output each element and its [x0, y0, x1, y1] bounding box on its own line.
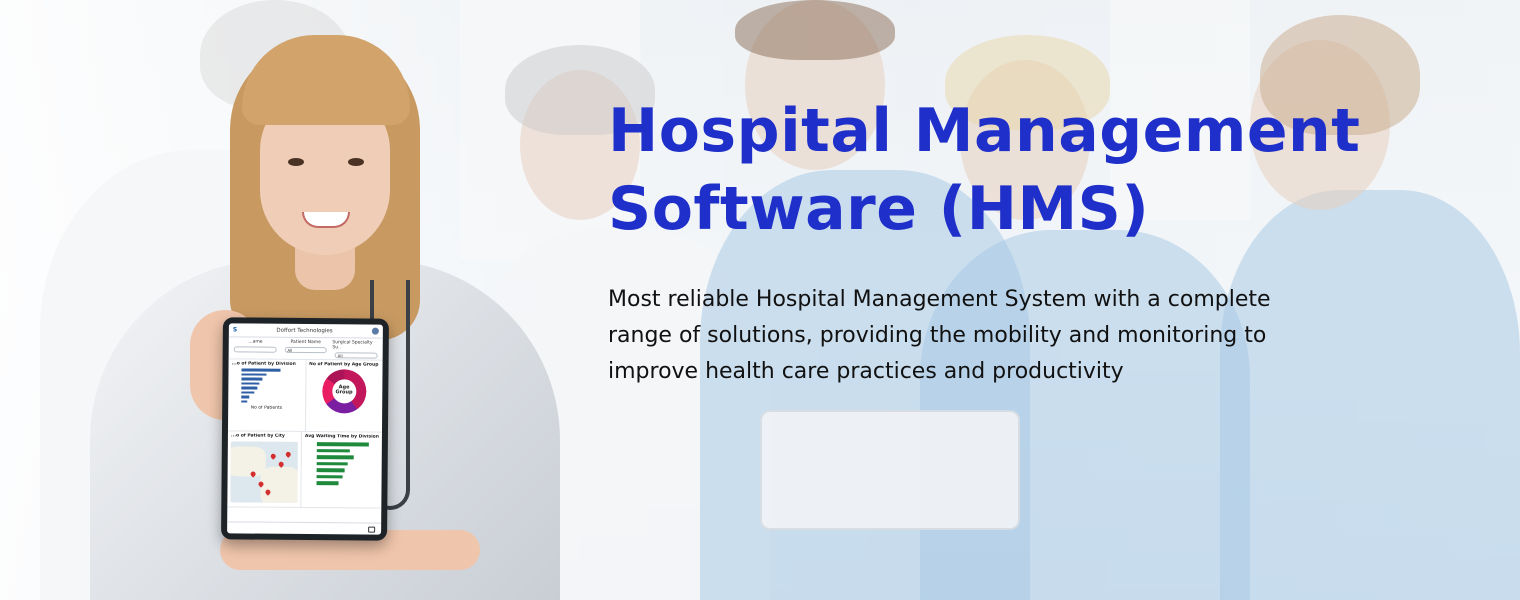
city-map-title: ...o of Patient by City — [230, 433, 285, 439]
hero-title: Hospital Management Software (HMS) — [608, 92, 1488, 248]
tablet-device: S Doffort Technologies ...ame Patient Na… — [221, 317, 389, 541]
chart-bar — [241, 368, 281, 372]
chart-bar — [241, 399, 247, 403]
dashboard-company: Doffort Technologies — [276, 327, 333, 334]
filter-select[interactable]: All — [334, 352, 378, 359]
chart-bar — [241, 395, 250, 399]
dashboard-filters: ...ame Patient Name All Surgical Special… — [228, 337, 383, 361]
filter-name[interactable]: ...ame — [232, 339, 279, 356]
map-pin-icon[interactable] — [284, 450, 292, 458]
waiting-chart-panel: Avg Waiting Time by Division — [301, 432, 382, 508]
filter-surgical-specialty[interactable]: Surgical Specialty Su.. All — [332, 340, 379, 359]
chart-bar — [316, 468, 345, 472]
filter-label: ...ame — [248, 339, 263, 345]
chart-bar — [316, 455, 354, 459]
hero-title-line: Software (HMS) — [608, 174, 1150, 244]
age-chart-title: No of Patient by Age Group — [309, 362, 379, 368]
city-map-panel: ...o of Patient by City — [227, 431, 302, 507]
division-chart-axis: No of Patients — [250, 405, 283, 411]
chart-bar — [316, 481, 339, 485]
doctor-hair-top — [242, 35, 410, 125]
chart-bar — [241, 381, 260, 385]
chart-bar — [316, 474, 343, 479]
filter-select[interactable] — [234, 346, 277, 353]
waiting-chart-title: Avg Waiting Time by Division — [304, 433, 379, 440]
division-chart-panel: ...o of Patient by Division No of Patien… — [227, 359, 307, 432]
division-chart-title: ...o of Patient by Division — [231, 361, 296, 367]
background-man-hair — [735, 0, 895, 60]
hero-description-line: range of solutions, providing the mobili… — [608, 323, 1267, 348]
dashboard-row: ...o of Patient by City Avg Waiting Time… — [227, 431, 382, 509]
age-donut-chart: Age Group — [321, 369, 367, 414]
map-land — [260, 466, 298, 503]
map-land — [230, 446, 266, 477]
share-icon[interactable] — [368, 526, 376, 533]
dashboard-brand: S — [232, 326, 238, 334]
hero-description-line: Most reliable Hospital Management System… — [608, 287, 1271, 312]
map-pin-icon[interactable] — [269, 452, 277, 460]
filter-label: Patient Name — [290, 339, 321, 346]
dashboard-screen: S Doffort Technologies ...ame Patient Na… — [227, 323, 383, 535]
age-donut-label: Age Group — [335, 384, 353, 396]
doctor-eye — [288, 158, 304, 166]
filter-label: Surgical Specialty Su.. — [332, 340, 373, 351]
age-chart-panel: No of Patient by Age Group Age Group — [305, 360, 382, 432]
background-nurse2-scrubs — [1220, 190, 1520, 600]
chart-bar — [241, 390, 255, 394]
hero-description-line: improve health care practices and produc… — [608, 359, 1124, 384]
hero-description: Most reliable Hospital Management System… — [608, 282, 1468, 390]
city-map[interactable] — [230, 441, 298, 503]
chart-bar — [241, 386, 257, 390]
chart-bar — [316, 461, 348, 466]
chart-bar — [241, 372, 267, 376]
dashboard-header: S Doffort Technologies — [228, 323, 383, 339]
chart-bar — [316, 448, 351, 453]
hero-title-line: Hospital Management — [608, 96, 1361, 166]
chart-bar — [316, 442, 369, 447]
background-tablet — [760, 410, 1020, 530]
doctor-eye — [348, 158, 364, 166]
filter-select[interactable]: All — [284, 346, 327, 354]
dashboard-row: ...o of Patient by Division No of Patien… — [227, 359, 383, 433]
chart-bar — [241, 377, 263, 381]
dashboard-footer — [227, 521, 382, 535]
filter-patient-name[interactable]: Patient Name All — [282, 340, 329, 357]
settings-icon[interactable] — [371, 327, 379, 335]
